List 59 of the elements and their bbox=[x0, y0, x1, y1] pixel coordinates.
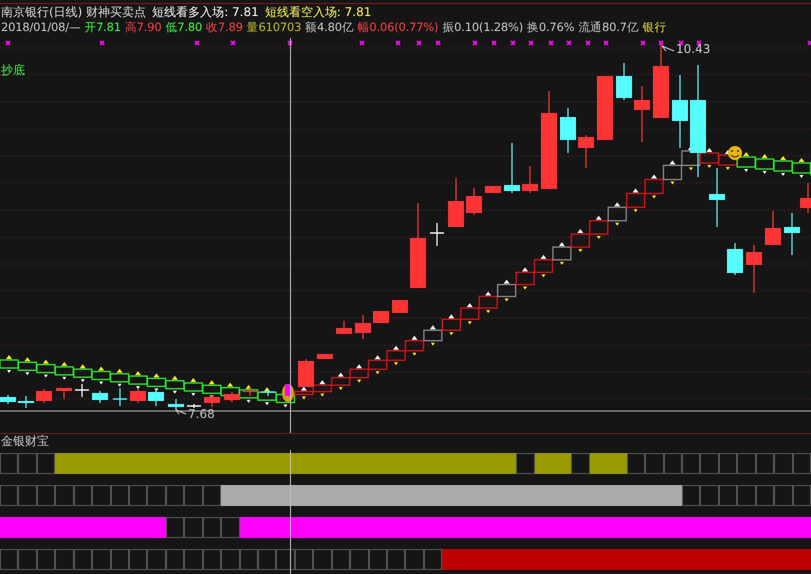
candle bbox=[113, 388, 127, 406]
arrow-icon bbox=[176, 410, 186, 414]
signal-label: 抄底 bbox=[1, 63, 25, 77]
candle bbox=[336, 321, 352, 334]
quote-value: 开7.81 bbox=[84, 20, 121, 34]
u-marker-icon bbox=[282, 384, 294, 402]
low-price-label: 7.68 bbox=[188, 407, 215, 421]
quote-value: 振0.10(1.28%) bbox=[442, 20, 524, 34]
candle bbox=[522, 166, 538, 193]
candle bbox=[317, 354, 333, 359]
candle bbox=[504, 143, 520, 193]
candle bbox=[75, 384, 89, 397]
candle bbox=[130, 389, 146, 403]
quote-value: 高7.90 bbox=[124, 20, 162, 34]
candle bbox=[597, 76, 613, 140]
smiley-icon bbox=[728, 146, 742, 160]
candle bbox=[187, 404, 201, 408]
quote-value: 银行 bbox=[642, 20, 666, 34]
candle bbox=[148, 389, 164, 406]
candle bbox=[392, 300, 408, 313]
candle bbox=[485, 186, 501, 193]
candle bbox=[765, 211, 781, 245]
candle bbox=[430, 223, 444, 246]
quote-value: 2018/01/08/— bbox=[1, 20, 80, 34]
quote-value: 量610703 bbox=[246, 20, 302, 34]
candle bbox=[355, 315, 371, 339]
candle bbox=[242, 387, 258, 396]
quote-value: 流通80.7亿 bbox=[578, 20, 639, 34]
candle bbox=[36, 389, 52, 403]
candle bbox=[578, 135, 594, 168]
candle bbox=[448, 178, 464, 227]
candle bbox=[56, 388, 72, 399]
high-price-label: 10.43 bbox=[676, 42, 710, 56]
arrow-icon bbox=[662, 46, 674, 52]
candle bbox=[466, 188, 482, 215]
candle bbox=[0, 395, 16, 404]
candle bbox=[373, 311, 389, 323]
candle bbox=[634, 86, 650, 142]
panel-title: 金银财宝 bbox=[0, 434, 49, 450]
signal-text: 短线看空入场: 7.81 bbox=[264, 4, 372, 18]
candle bbox=[298, 359, 314, 387]
quote-value: 低7.80 bbox=[165, 20, 202, 34]
candle bbox=[18, 396, 34, 408]
candle bbox=[204, 395, 220, 407]
candle bbox=[92, 391, 108, 403]
quote-value: 收7.89 bbox=[206, 20, 243, 34]
candle bbox=[616, 63, 632, 100]
candle bbox=[746, 245, 762, 293]
candle bbox=[560, 108, 576, 153]
quote-value: 换0.76% bbox=[527, 20, 574, 34]
chart-title: 南京银行(日线) 财神买卖点 bbox=[1, 4, 146, 18]
quote-value: 幅0.06(0.77%) bbox=[358, 20, 438, 34]
candle bbox=[709, 168, 725, 227]
candle bbox=[224, 392, 240, 402]
quote-value: 额4.80亿 bbox=[305, 20, 354, 34]
signal-text: 短线看多入场: 7.81 bbox=[152, 4, 259, 18]
candle bbox=[168, 399, 184, 410]
candle bbox=[727, 243, 743, 275]
candle bbox=[261, 390, 275, 396]
